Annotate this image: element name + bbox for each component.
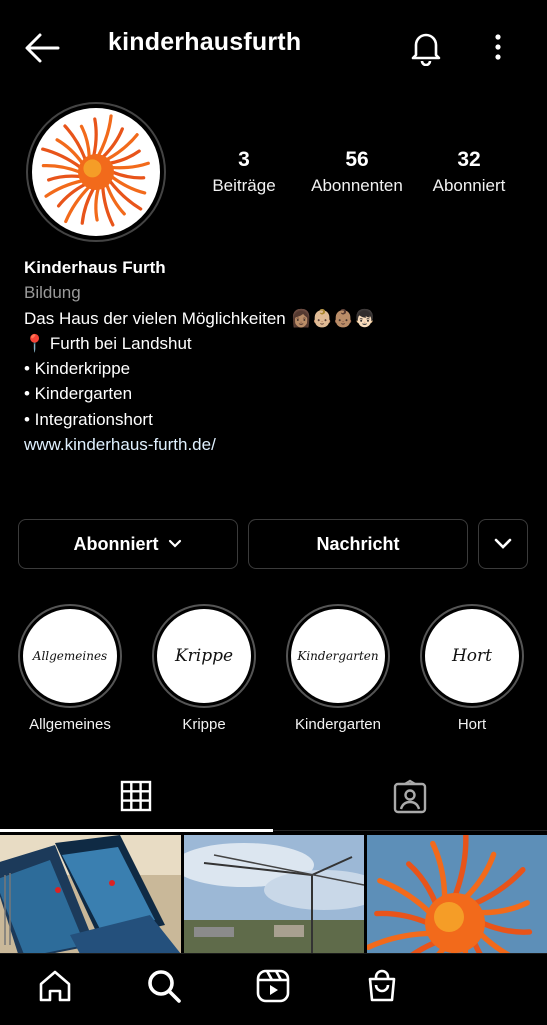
profile-avatar[interactable] [26, 102, 166, 242]
nav-search[interactable] [144, 966, 184, 1006]
bell-icon [411, 33, 441, 67]
stat-posts-label: Beiträge [212, 176, 276, 195]
bio-line: 📍 Furth bei Landshut [24, 333, 192, 353]
nav-reels[interactable] [253, 966, 293, 1006]
bio-line: • Integrationshort [24, 409, 153, 429]
back-arrow-icon [25, 33, 60, 63]
stat-followers-label: Abonnenten [311, 176, 403, 195]
highlight-label: Kindergarten [295, 716, 381, 733]
following-button-label: Abonniert [73, 533, 159, 554]
stat-following-value: 32 [457, 148, 481, 171]
home-icon [39, 970, 71, 1002]
highlight-cover-text: Krippe [157, 609, 251, 703]
highlight-cover-text: Hort [425, 609, 519, 703]
highlight-hort[interactable]: Hort Hort [420, 604, 524, 733]
post-thumbnail[interactable] [0, 835, 181, 954]
sun-logo-image [32, 108, 160, 236]
notifications-button[interactable] [408, 28, 444, 67]
message-button-label: Nachricht [316, 533, 400, 554]
message-button[interactable]: Nachricht [248, 519, 468, 569]
website-link[interactable]: www.kinderhaus-furth.de/ [24, 432, 524, 457]
stat-posts-value: 3 [238, 148, 250, 171]
bio-line: • Kinderkrippe [24, 359, 131, 379]
profile-name: Kinderhaus Furth [24, 258, 166, 277]
tab-posts-grid[interactable] [118, 778, 154, 814]
bio-line: • Kindergarten [24, 384, 133, 404]
stat-followers[interactable]: 56 Abonnenten [297, 146, 417, 198]
reels-icon [256, 969, 290, 1003]
tagged-icon [393, 779, 427, 814]
profile-bio: Kinderhaus Furth Bildung Das Haus der vi… [24, 255, 524, 457]
highlight-krippe[interactable]: Krippe Krippe [152, 604, 256, 733]
nav-shop[interactable] [362, 966, 402, 1006]
grid-icon [120, 780, 152, 812]
highlight-cover-text: Allgemeines [23, 609, 117, 703]
stat-posts[interactable]: 3 Beiträge [184, 146, 304, 198]
more-vertical-icon [495, 34, 501, 60]
highlight-kindergarten[interactable]: Kindergarten Kindergarten [286, 604, 390, 733]
stat-followers-value: 56 [345, 148, 369, 171]
highlight-label: Allgemeines [29, 716, 111, 733]
bio-line: Das Haus der vielen Möglichkeiten 👩🏽👶🏼👶🏽… [24, 308, 376, 328]
suggestions-toggle-button[interactable] [478, 519, 528, 569]
stat-following-label: Abonniert [432, 176, 506, 195]
tab-tagged[interactable] [391, 778, 429, 816]
highlight-allgemeines[interactable]: Allgemeines Allgemeines [18, 604, 122, 733]
profile-username: kinderhausfurth [108, 28, 302, 56]
profile-category: Bildung [24, 283, 81, 303]
chevron-down-icon [168, 539, 181, 548]
following-button[interactable]: Abonniert [18, 519, 238, 569]
search-icon [148, 970, 181, 1003]
back-button[interactable] [22, 30, 62, 66]
highlight-label: Hort [457, 716, 487, 733]
post-thumbnail[interactable] [367, 835, 547, 954]
highlight-cover-text: Kindergarten [291, 609, 385, 703]
shop-icon [368, 969, 396, 1002]
chevron-down-icon [494, 538, 512, 549]
highlight-label: Krippe [182, 716, 226, 733]
post-thumbnail[interactable] [184, 835, 364, 954]
more-options-button[interactable] [488, 32, 508, 62]
active-tab-indicator [0, 829, 273, 832]
nav-home[interactable] [35, 966, 75, 1006]
stat-following[interactable]: 32 Abonniert [409, 146, 529, 198]
